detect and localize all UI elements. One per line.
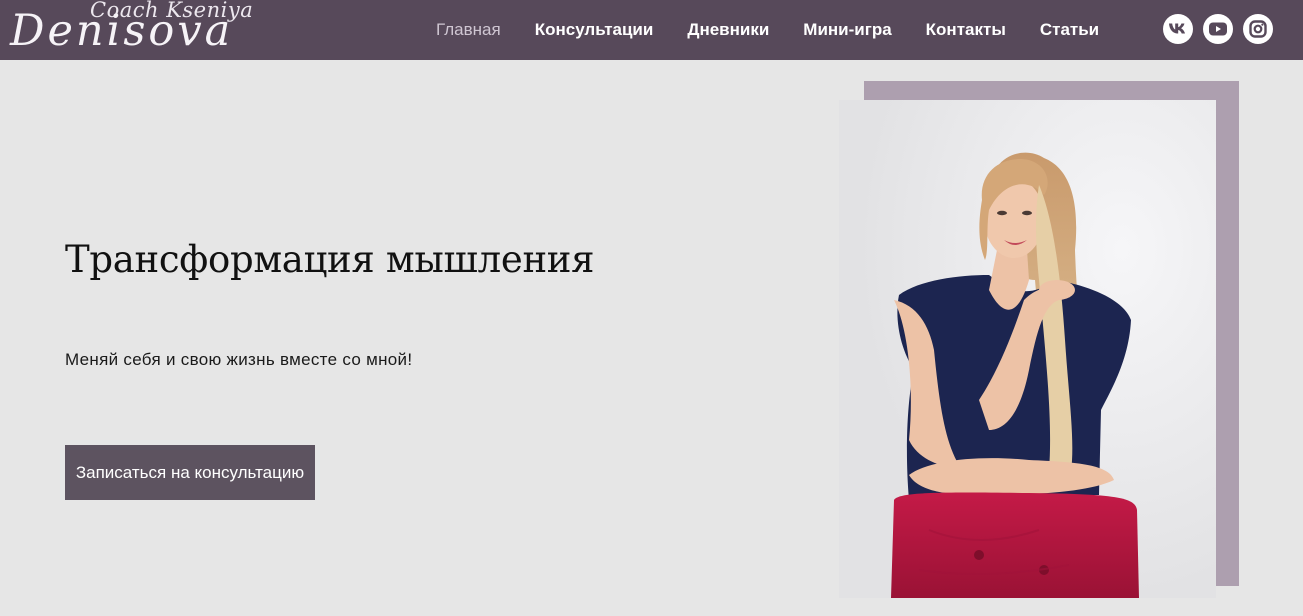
nav-item-diaries[interactable]: Дневники [670,20,786,40]
book-consultation-button[interactable]: Записаться на консультацию [65,445,315,500]
hero-title: Трансформация мышления [65,238,595,281]
vk-icon [1169,23,1185,34]
nav-item-articles[interactable]: Статьи [1023,20,1116,40]
nav-item-contacts[interactable]: Контакты [909,20,1023,40]
social-links [1163,14,1273,44]
instagram-icon [1249,20,1267,38]
coach-photo [839,100,1216,598]
nav-item-home[interactable]: Главная [419,20,518,40]
logo-name: Denisova [10,6,234,56]
site-logo[interactable]: Coach Kseniya Denisova [10,0,290,60]
main-nav: Главная Консультации Дневники Мини-игра … [419,0,1116,60]
youtube-link[interactable] [1203,14,1233,44]
vk-link[interactable] [1163,14,1193,44]
nav-item-consultations[interactable]: Консультации [518,20,671,40]
hero-subtitle: Меняй себя и свою жизнь вместе со мной! [65,350,413,369]
site-header: Coach Kseniya Denisova Главная Консульта… [0,0,1303,60]
instagram-link[interactable] [1243,14,1273,44]
nav-item-mini-game[interactable]: Мини-игра [786,20,908,40]
youtube-icon [1209,22,1227,36]
